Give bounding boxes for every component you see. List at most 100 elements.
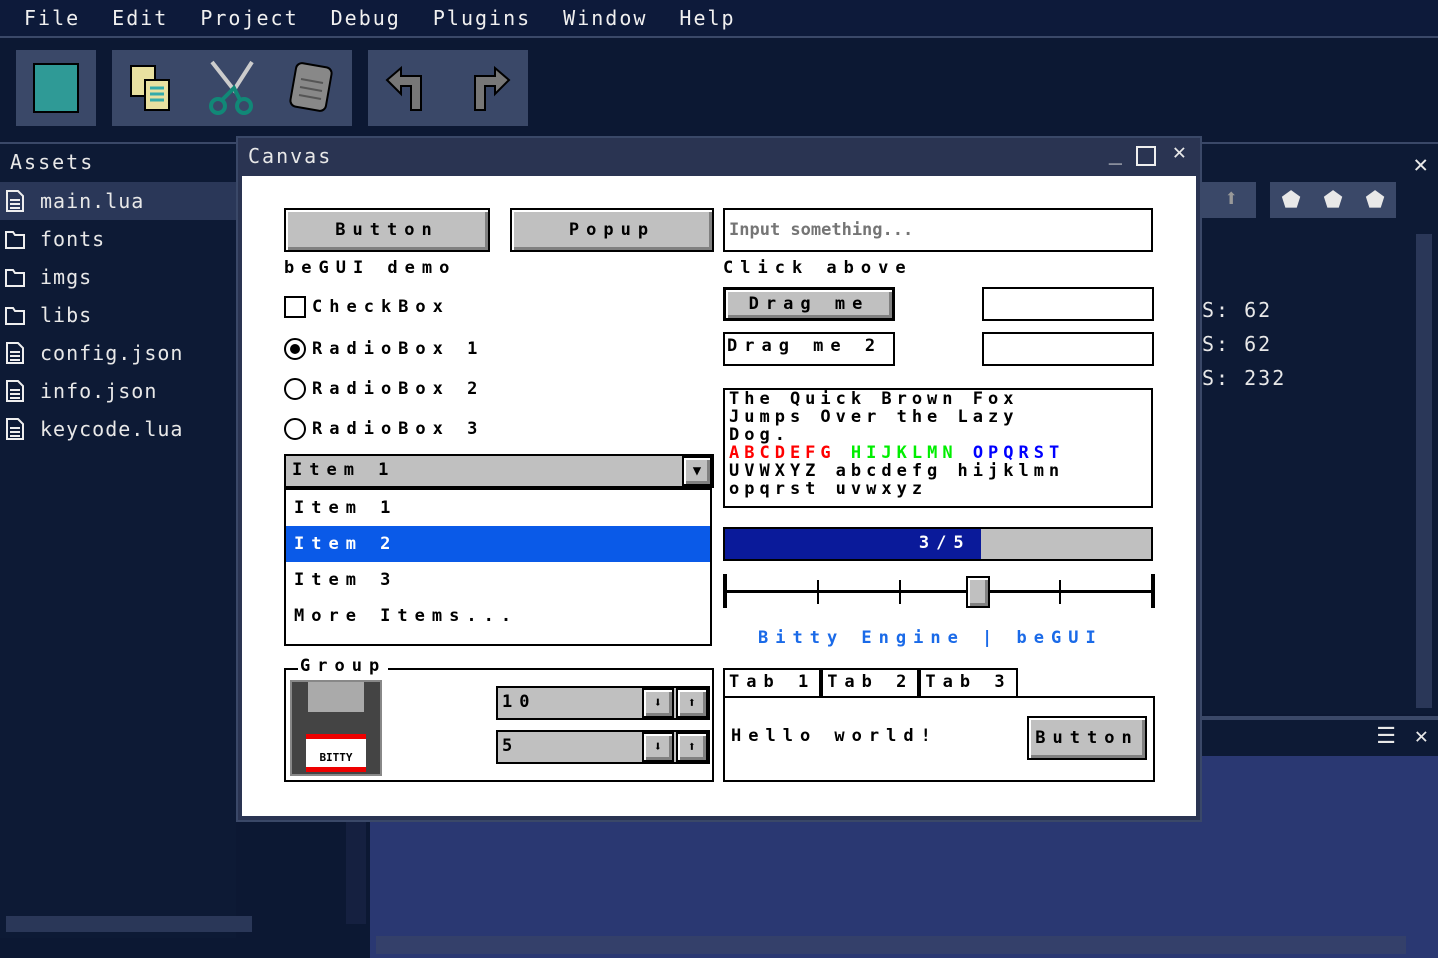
toolbar-group-history: [368, 50, 528, 126]
text-line: opqrst uvwxyz: [729, 479, 928, 499]
tab-3[interactable]: Tab 3: [919, 668, 1018, 698]
file-icon: [6, 380, 24, 402]
console-header: ☰ ✕: [1202, 716, 1438, 756]
chevron-down-icon[interactable]: ▼: [682, 456, 712, 486]
checkbox-box[interactable]: [284, 296, 306, 318]
number-stepper[interactable]: 5 ⬇ ⬆: [496, 730, 710, 764]
asset-item[interactable]: keycode.lua: [0, 410, 236, 448]
number-stepper[interactable]: 10 ⬇ ⬆: [496, 686, 710, 720]
asset-item[interactable]: config.json: [0, 334, 236, 372]
stepper-value: 10: [502, 692, 537, 712]
cut-icon[interactable]: [206, 60, 258, 115]
menu-project[interactable]: Project: [200, 6, 298, 30]
file-icon: [6, 342, 24, 364]
redo-icon[interactable]: [462, 62, 514, 114]
text-line: Dog.: [729, 425, 790, 445]
properties-scrollbar[interactable]: [1416, 234, 1432, 708]
click-label: Click above: [723, 258, 913, 278]
clear-breakpoints-icon[interactable]: ⬟: [1365, 188, 1384, 213]
menu-help[interactable]: Help: [679, 6, 735, 30]
popup-button[interactable]: Popup: [510, 208, 714, 252]
clear-console-icon[interactable]: ☰: [1376, 724, 1396, 749]
canvas-window: Canvas _ ✕ Button Popup beGUI demo Click…: [236, 136, 1202, 822]
text-line: The Quick Brown Fox: [729, 389, 1019, 409]
asset-label: libs: [40, 303, 93, 327]
drop-target[interactable]: [982, 287, 1154, 321]
breakpoint-icon[interactable]: ⬟: [1323, 188, 1342, 213]
button[interactable]: Button: [284, 208, 490, 252]
assets-title: Assets: [10, 150, 95, 174]
tab-bar: Tab 1 Tab 2 Tab 3: [723, 668, 1021, 698]
progress-fill: 3/5: [725, 529, 981, 559]
radio-1[interactable]: RadioBox 1: [284, 338, 484, 360]
new-icon[interactable]: [30, 62, 82, 114]
canvas-titlebar[interactable]: Canvas _ ✕: [238, 138, 1200, 176]
list-box[interactable]: Item 1 Item 2 Item 3 More Items...: [284, 488, 712, 646]
list-item[interactable]: Item 3: [286, 562, 710, 598]
drop-target[interactable]: [982, 332, 1154, 366]
tab-2[interactable]: Tab 2: [821, 668, 920, 698]
asset-label: fonts: [40, 227, 106, 251]
paste-icon[interactable]: [286, 62, 338, 114]
toolbar-group-edit: [112, 50, 352, 126]
assets-panel: Assets main.lua fonts imgs libs config.json i…: [0, 142, 366, 938]
radio-2[interactable]: RadioBox 2: [284, 378, 484, 400]
drag-me-2-button[interactable]: Drag me 2: [723, 332, 895, 366]
menu-window[interactable]: Window: [563, 6, 647, 30]
drag-me-button[interactable]: Drag me: [723, 287, 895, 321]
tab-button[interactable]: Button: [1027, 716, 1147, 760]
canvas-client: Button Popup beGUI demo Click above Chec…: [242, 176, 1196, 816]
radio-3[interactable]: RadioBox 3: [284, 418, 484, 440]
radio-icon[interactable]: [284, 378, 306, 400]
list-item[interactable]: More Items...: [286, 598, 710, 634]
file-icon: [6, 190, 24, 212]
combo-box[interactable]: Item 1 ▼: [284, 454, 714, 488]
close-icon[interactable]: ✕: [1173, 140, 1188, 165]
menu-plugins[interactable]: Plugins: [433, 6, 531, 30]
canvas-title: Canvas: [248, 144, 333, 168]
asset-item[interactable]: libs: [0, 296, 236, 334]
file-icon: [6, 418, 24, 440]
undo-icon[interactable]: [382, 62, 434, 114]
demo-label: beGUI demo: [284, 258, 457, 278]
menu-edit[interactable]: Edit: [112, 6, 168, 30]
copy-icon[interactable]: [126, 62, 178, 114]
assets-horizontal-scrollbar[interactable]: [6, 916, 252, 932]
disable-breakpoint-icon[interactable]: ⬟: [1281, 188, 1300, 213]
list-item[interactable]: Item 1: [286, 490, 710, 526]
checkbox[interactable]: CheckBox: [284, 296, 450, 318]
link-label[interactable]: Bitty Engine | beGUI: [758, 628, 1103, 648]
close-icon[interactable]: ✕: [1415, 724, 1428, 749]
menu-debug[interactable]: Debug: [331, 6, 401, 30]
arrow-down-icon[interactable]: ⬇: [642, 732, 674, 762]
move-up-button[interactable]: ⬆: [1202, 182, 1256, 218]
breakpoint-tools: ⬟ ⬟ ⬟: [1270, 182, 1396, 218]
list-item[interactable]: Item 2: [286, 526, 710, 562]
multiline-label: The Quick Brown Fox Jumps Over the Lazy …: [723, 388, 1153, 508]
slider-handle[interactable]: [965, 576, 990, 608]
menu-bar: File Edit Project Debug Plugins Window H…: [0, 0, 1438, 38]
close-icon[interactable]: ✕: [1414, 150, 1428, 178]
console-horizontal-scrollbar[interactable]: [376, 936, 1406, 954]
minimize-icon[interactable]: _: [1109, 140, 1124, 165]
stepper-value: 5: [502, 736, 520, 756]
text-input[interactable]: [723, 208, 1153, 252]
slider[interactable]: [723, 574, 1155, 610]
tab-1[interactable]: Tab 1: [723, 668, 822, 698]
asset-item[interactable]: imgs: [0, 258, 236, 296]
maximize-icon[interactable]: [1136, 146, 1156, 166]
arrow-down-icon[interactable]: ⬇: [642, 688, 674, 718]
arrow-up-icon[interactable]: ⬆: [676, 688, 708, 718]
floppy-icon: BITTY: [290, 680, 382, 776]
asset-item[interactable]: main.lua: [0, 182, 236, 220]
asset-item[interactable]: fonts: [0, 220, 236, 258]
menu-file[interactable]: File: [24, 6, 80, 30]
radio-icon[interactable]: [284, 418, 306, 440]
arrow-up-icon[interactable]: ⬆: [676, 732, 708, 762]
blue-text: OPQRST: [972, 443, 1065, 463]
radio-label: RadioBox 1: [312, 339, 485, 359]
asset-item[interactable]: info.json: [0, 372, 236, 410]
arrow-up-icon: ⬆: [1224, 184, 1239, 212]
radio-icon[interactable]: [284, 338, 306, 360]
green-text: HIJKLMN: [850, 443, 958, 463]
